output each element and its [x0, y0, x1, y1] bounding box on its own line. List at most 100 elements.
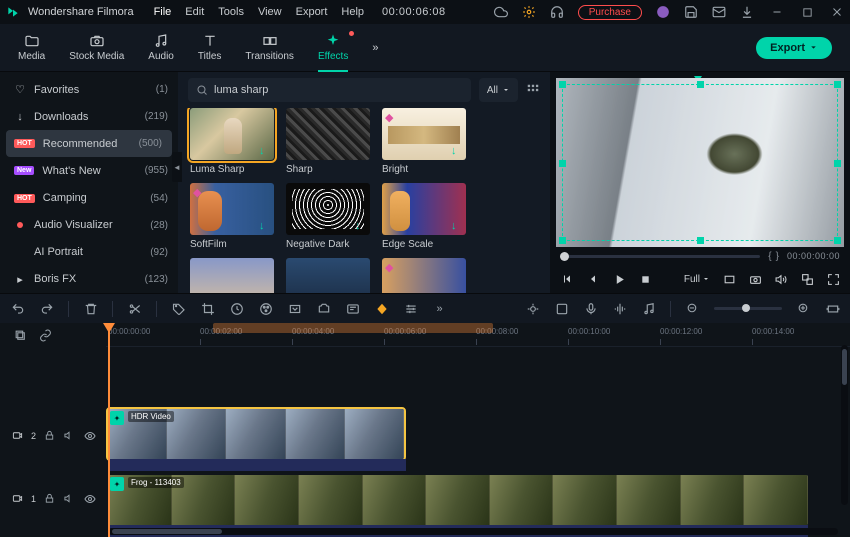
menu-file[interactable]: File [154, 6, 172, 18]
mask-icon[interactable] [345, 301, 360, 316]
effect-chip-icon[interactable]: ✦ [110, 411, 124, 425]
motion-track-icon[interactable] [316, 301, 331, 316]
marker-icon[interactable] [554, 301, 569, 316]
save-icon[interactable] [684, 5, 698, 19]
sidebar-item-recommended[interactable]: HOTRecommended(500) [6, 130, 172, 157]
menu-export[interactable]: Export [296, 6, 328, 18]
green-screen-icon[interactable] [287, 301, 302, 316]
search-box[interactable] [188, 78, 471, 102]
headphones-icon[interactable] [550, 5, 564, 19]
zoom-fit-icon[interactable] [825, 301, 840, 316]
scrollbar-horizontal[interactable] [108, 528, 838, 535]
download-icon[interactable] [740, 5, 754, 19]
zoom-slider[interactable] [714, 307, 782, 310]
scrub-handle-icon[interactable] [560, 252, 569, 261]
resize-handle-icon[interactable] [697, 81, 704, 88]
filter-dropdown[interactable]: All [479, 78, 518, 102]
settings-gear-icon[interactable] [522, 5, 536, 19]
prev-frame-icon[interactable] [586, 272, 600, 286]
minimize-icon[interactable] [770, 5, 784, 19]
track-head-v1[interactable]: 1 [0, 474, 106, 525]
mark-in-icon[interactable]: { [768, 251, 771, 262]
scrub-track[interactable] [560, 255, 760, 258]
menu-edit[interactable]: Edit [185, 6, 204, 18]
sidebar-item-audio-visualizer[interactable]: Audio Visualizer(28) [0, 212, 178, 239]
resize-handle-icon[interactable] [559, 81, 566, 88]
menu-view[interactable]: View [258, 6, 282, 18]
speed-icon[interactable] [229, 301, 244, 316]
tab-media[interactable]: Media [18, 33, 45, 62]
play-icon[interactable] [612, 272, 626, 286]
mark-out-icon[interactable]: } [776, 251, 779, 262]
tag-icon[interactable] [171, 301, 186, 316]
crop-icon[interactable] [200, 301, 215, 316]
adjust-icon[interactable] [403, 301, 418, 316]
resize-handle-icon[interactable] [834, 237, 841, 244]
resize-handle-icon[interactable] [834, 81, 841, 88]
menu-help[interactable]: Help [341, 6, 364, 18]
track-v1[interactable]: ✦ Frog - 113403 [106, 475, 850, 525]
lock-icon[interactable] [44, 430, 56, 442]
maximize-icon[interactable] [800, 5, 814, 19]
more-tools-icon[interactable]: » [432, 301, 447, 316]
effect-item-sharp[interactable]: Sharp [286, 108, 370, 175]
sidebar-item-boris-fx[interactable]: ▸Boris FX(123) [0, 266, 178, 293]
track-copy-icon[interactable] [14, 329, 27, 342]
eye-icon[interactable] [84, 493, 96, 505]
zoom-out-icon[interactable] [685, 301, 700, 316]
snapshot-icon[interactable] [748, 272, 762, 286]
export-button[interactable]: Export [756, 37, 832, 59]
tab-transitions[interactable]: Transitions [245, 33, 294, 62]
volume-icon[interactable] [774, 272, 788, 286]
more-tabs-icon[interactable]: » [372, 42, 390, 54]
tab-titles[interactable]: Titles [198, 33, 222, 62]
track-lanes[interactable]: ✦ HDR Video ✦ Frog - 113403 [106, 347, 850, 537]
effect-item-edge-scale[interactable]: ↓Edge Scale [382, 183, 466, 250]
effect-item-bright[interactable]: ◆↓Bright [382, 108, 466, 175]
menu-tools[interactable]: Tools [218, 6, 244, 18]
account-icon[interactable] [656, 5, 670, 19]
time-ruler[interactable]: 00:00:00:00 00:00:02:00 00:00:04:00 00:0… [106, 323, 850, 347]
redo-icon[interactable] [39, 301, 54, 316]
lock-icon[interactable] [44, 493, 56, 505]
tab-audio[interactable]: Audio [148, 33, 174, 62]
resize-handle-icon[interactable] [559, 237, 566, 244]
audio-sync-icon[interactable] [612, 301, 627, 316]
quality-dropdown[interactable]: Full [684, 274, 710, 285]
sidebar-item-favorites[interactable]: ♡Favorites(1) [0, 76, 178, 103]
color-icon[interactable] [258, 301, 273, 316]
sidebar-item-whats-new[interactable]: NewWhat's New(955) [0, 157, 178, 184]
keyframe-icon[interactable] [374, 301, 389, 316]
grid-view-icon[interactable] [526, 83, 540, 97]
tab-stock-media[interactable]: Stock Media [69, 33, 124, 62]
mail-icon[interactable] [712, 5, 726, 19]
track-v2[interactable]: ✦ HDR Video [106, 409, 850, 459]
effect-item[interactable] [190, 258, 274, 293]
mute-icon[interactable] [64, 430, 76, 442]
effect-chip-icon[interactable]: ✦ [110, 477, 124, 491]
stop-icon[interactable] [638, 272, 652, 286]
mixer-icon[interactable] [525, 301, 540, 316]
cloud-icon[interactable] [494, 5, 508, 19]
effect-item-negative-dark[interactable]: ↓Negative Dark [286, 183, 370, 250]
search-input[interactable] [214, 84, 463, 96]
selection-range[interactable] [213, 323, 493, 333]
effect-item[interactable]: ◆ [382, 258, 466, 293]
collapse-sidebar-icon[interactable]: ◄ [172, 152, 182, 182]
sidebar-item-ai-portrait[interactable]: AI Portrait(92) [0, 239, 178, 266]
effect-item-softfilm[interactable]: ◆↓SoftFilm [190, 183, 274, 250]
zoom-in-icon[interactable] [796, 301, 811, 316]
sidebar-item-downloads[interactable]: ↓Downloads(219) [0, 103, 178, 130]
mute-icon[interactable] [64, 493, 76, 505]
fullscreen-icon[interactable] [826, 272, 840, 286]
detach-icon[interactable] [800, 272, 814, 286]
eye-icon[interactable] [84, 430, 96, 442]
link-icon[interactable] [39, 329, 52, 342]
audio-mix-icon[interactable] [641, 301, 656, 316]
step-back-icon[interactable] [560, 272, 574, 286]
track-a2[interactable] [108, 459, 406, 471]
resize-handle-icon[interactable] [697, 237, 704, 244]
scrollbar-vertical[interactable] [841, 345, 848, 505]
tab-effects[interactable]: Effects [318, 33, 348, 62]
sidebar-item-camping[interactable]: HOTCamping(54) [0, 185, 178, 212]
